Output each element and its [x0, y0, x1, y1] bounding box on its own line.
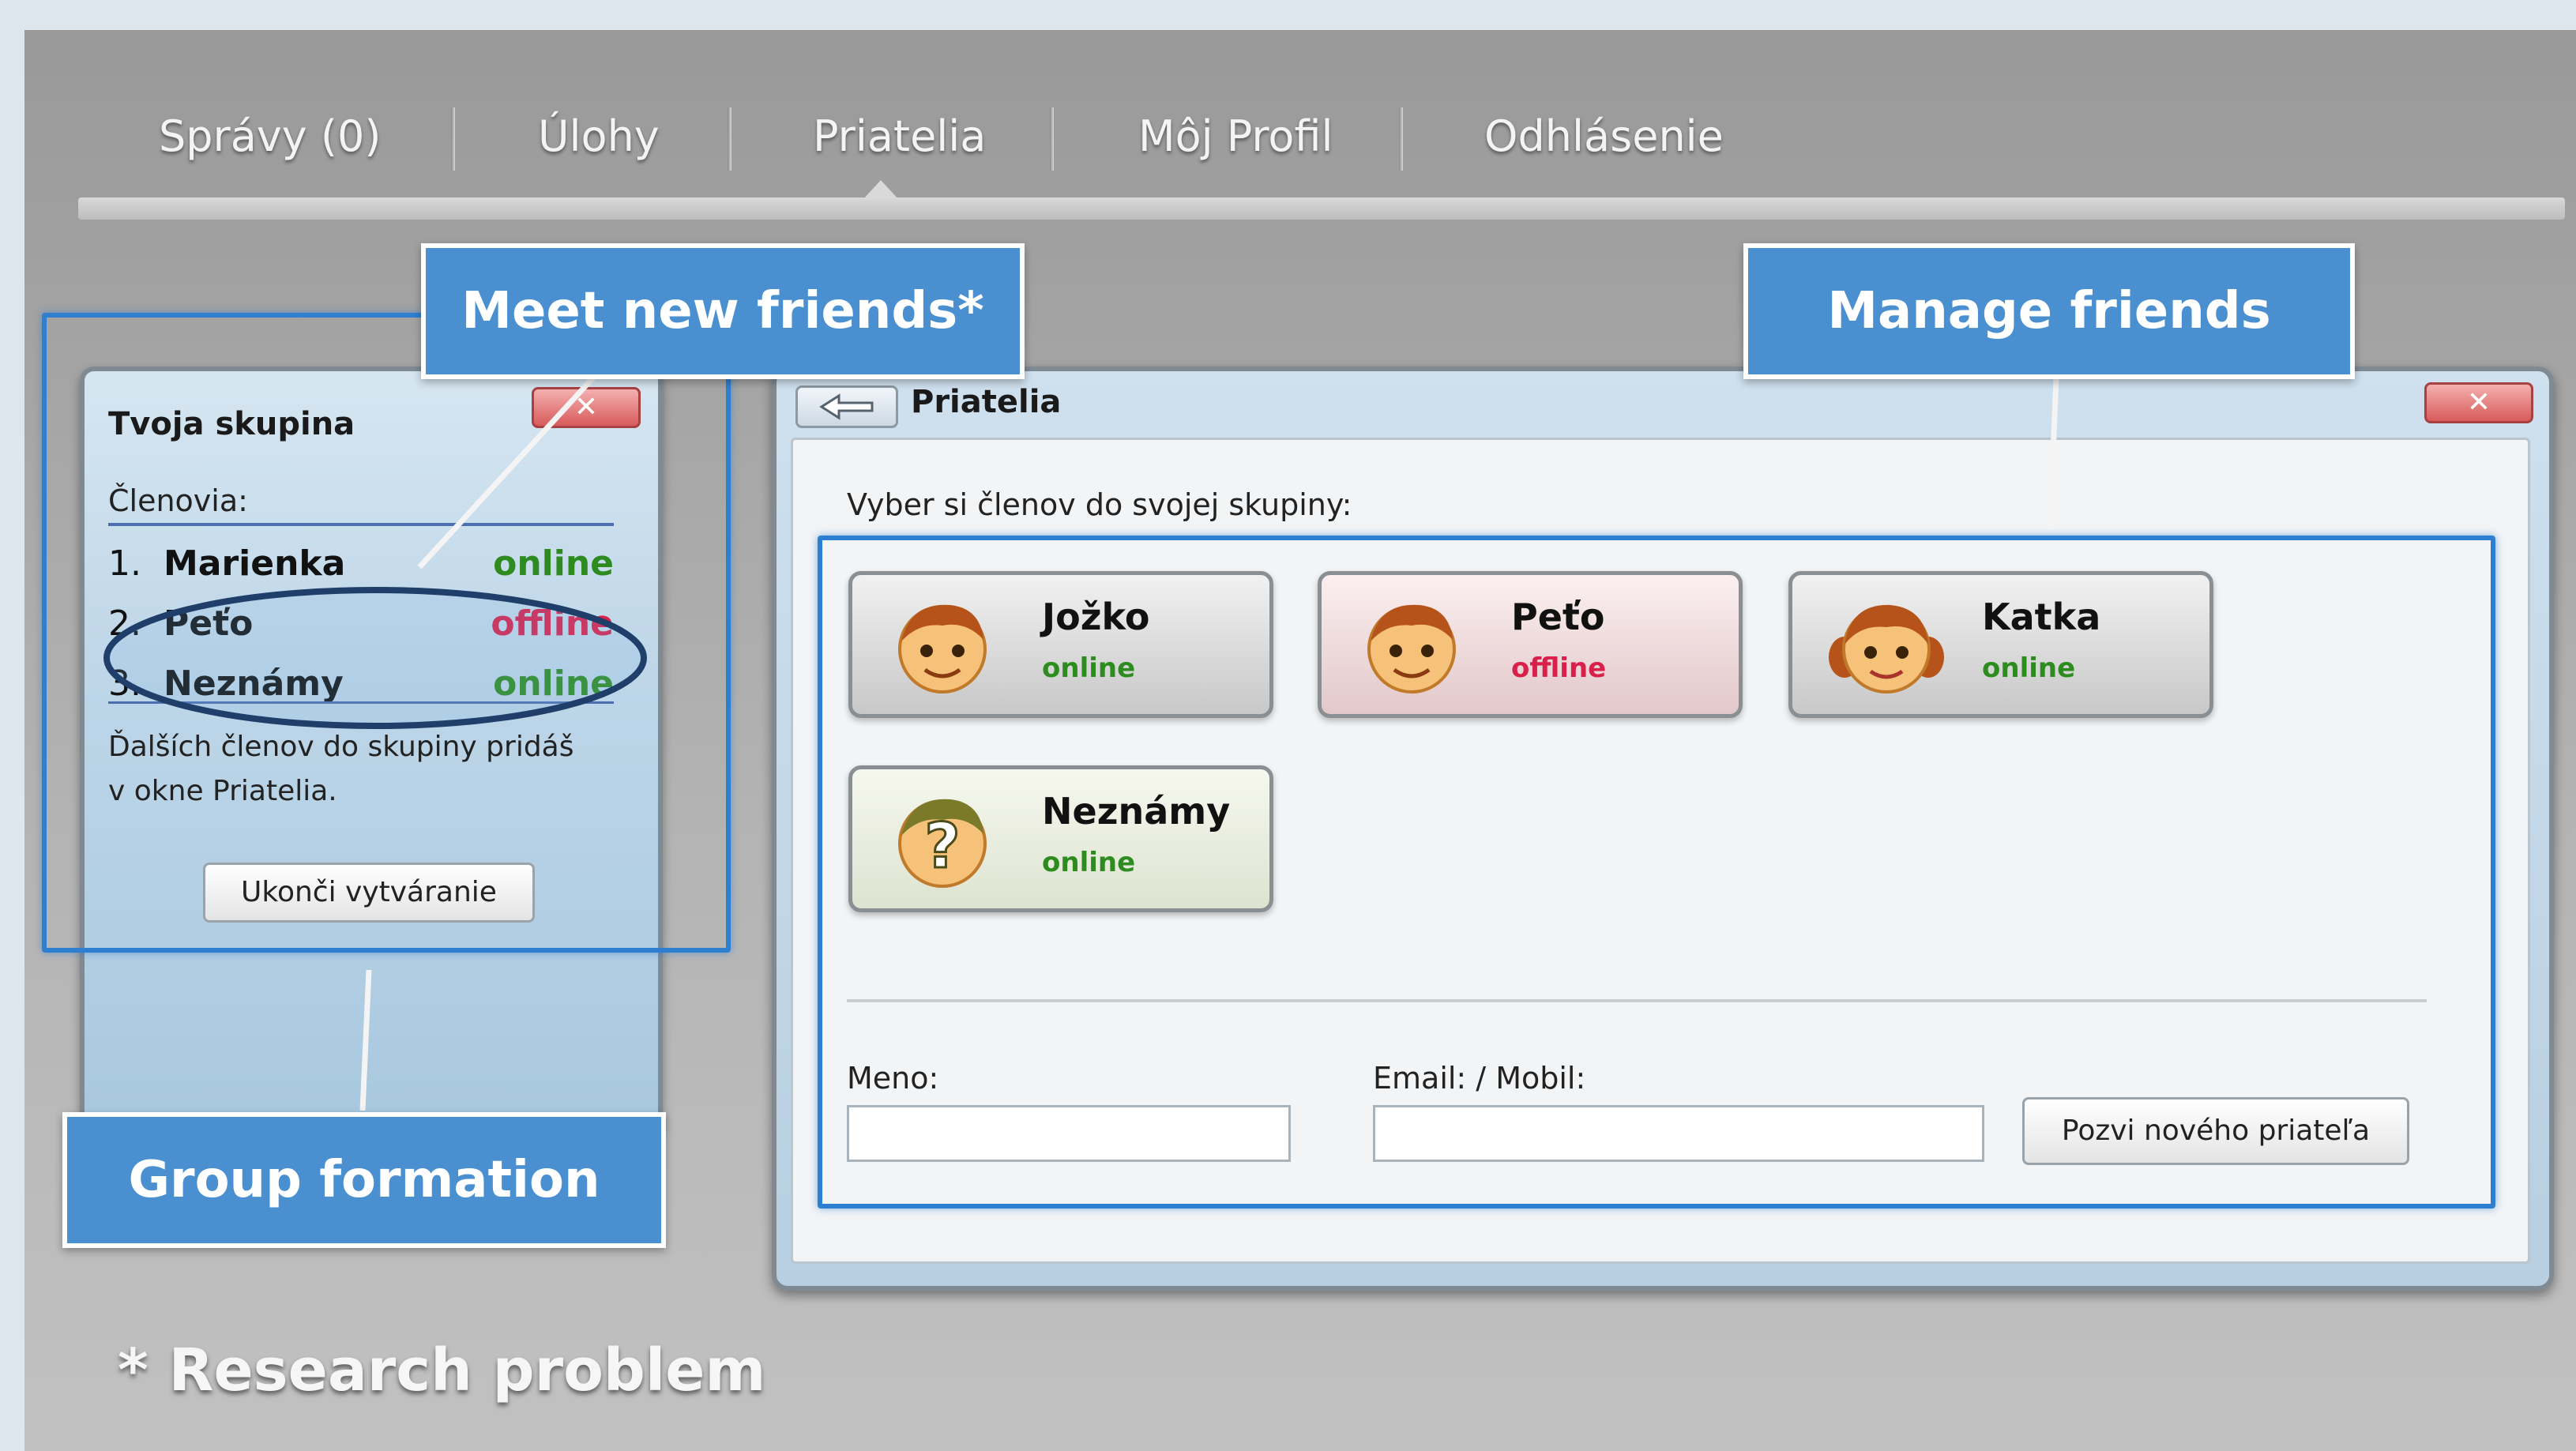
group-formation-callout: Group formation [62, 1112, 666, 1248]
research-problem-footnote: * Research problem [118, 1336, 766, 1404]
app-stage: Správy (0) Úlohy Priatelia Môj Profil Od… [24, 30, 2576, 1451]
manage-friends-callout: Manage friends [1743, 243, 2355, 379]
meet-friends-callout: Meet new friends* [421, 243, 1025, 379]
